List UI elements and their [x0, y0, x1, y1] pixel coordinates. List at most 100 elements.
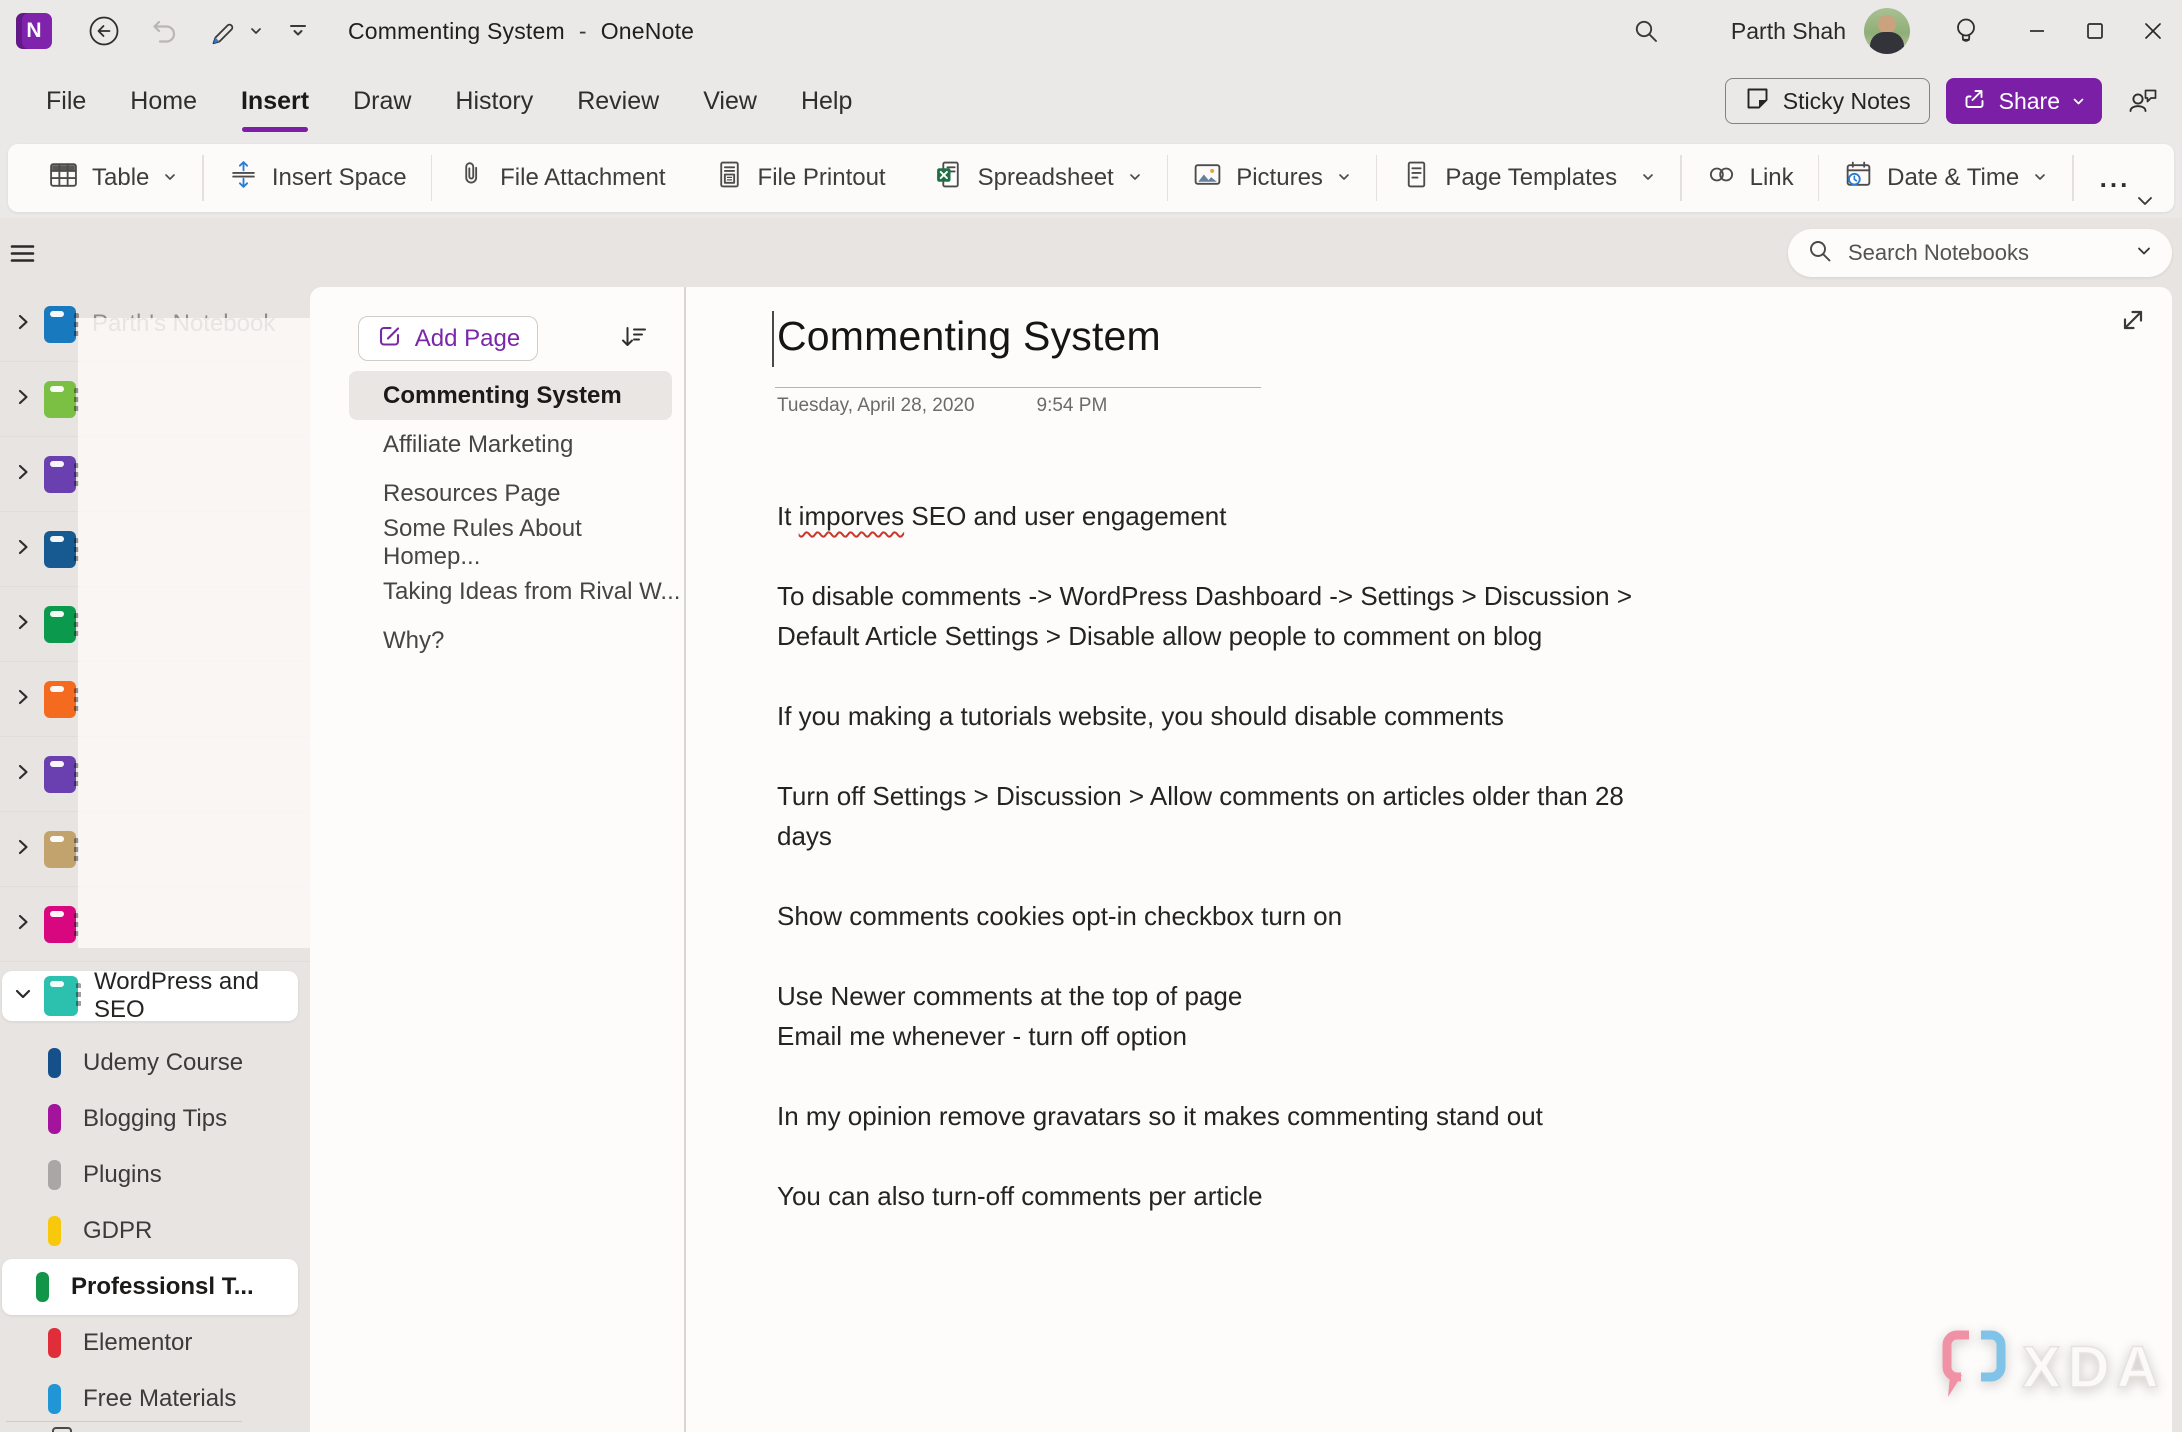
ribbon-file-attachment-button[interactable]: File Attachment [432, 152, 689, 204]
section-item[interactable]: Plugins [0, 1147, 310, 1203]
insert-space-icon [228, 159, 259, 197]
ribbon: Table Insert Space File Attachment File Pri… [0, 140, 2182, 218]
chevron-down-icon[interactable] [2134, 241, 2154, 266]
touch-mode-icon[interactable] [286, 19, 310, 43]
section-item[interactable]: Elementor [0, 1315, 310, 1371]
back-icon[interactable] [86, 13, 122, 49]
avatar[interactable] [1864, 8, 1910, 54]
close-button[interactable] [2124, 8, 2182, 54]
minimize-button[interactable] [2008, 8, 2066, 54]
ribbon-page-templates-button[interactable]: Page Templates [1377, 152, 1680, 204]
note-paragraph: You can also turn-off comments per artic… [777, 1181, 1263, 1211]
tab-insert[interactable]: Insert [241, 87, 309, 132]
tab-review[interactable]: Review [577, 87, 659, 116]
note-content: Commenting System Tuesday, April 28, 202… [686, 287, 2172, 1432]
page-date: Tuesday, April 28, 2020 [777, 395, 975, 416]
page-templates-icon [1401, 159, 1432, 197]
spreadsheet-icon [934, 159, 965, 197]
collapse-ribbon-icon[interactable] [2134, 190, 2156, 212]
lightbulb-icon[interactable] [1950, 15, 1982, 47]
add-page-button[interactable]: Add Page [358, 316, 538, 361]
chevron-right-icon[interactable] [12, 536, 34, 563]
page-list-item[interactable]: Taking Ideas from Rival W... [310, 567, 684, 616]
notebook-icon [44, 305, 79, 343]
page-list-item[interactable]: Commenting System [349, 371, 672, 420]
page-list-item[interactable]: Resources Page [310, 469, 684, 518]
section-item[interactable]: GDPR [0, 1203, 310, 1259]
chevron-right-icon[interactable] [12, 311, 34, 338]
note-body[interactable]: It imporves SEO and user engagement To di… [777, 496, 2172, 1256]
ribbon-file-printout-button[interactable]: File Printout [690, 152, 910, 204]
chevron-down-icon[interactable] [12, 983, 34, 1010]
chevron-down-icon[interactable] [248, 23, 264, 39]
expand-page-icon[interactable] [2116, 303, 2150, 342]
chevron-right-icon[interactable] [12, 836, 34, 863]
tab-view[interactable]: View [703, 87, 757, 116]
ribbon-table-button[interactable]: Table [24, 152, 202, 204]
chevron-right-icon[interactable] [12, 761, 34, 788]
maximize-button[interactable] [2066, 8, 2124, 54]
ribbon-insert-space-button[interactable]: Insert Space [204, 152, 431, 204]
notebook-icon [44, 380, 79, 418]
chevron-right-icon[interactable] [12, 461, 34, 488]
notebook-icon [44, 680, 79, 718]
pages-panel: Add Page Commenting System Affiliate Mark… [310, 287, 684, 1432]
page-title[interactable]: Commenting System [777, 313, 1161, 360]
section-item[interactable]: Udemy Course [0, 1035, 310, 1091]
user-name[interactable]: Parth Shah [1731, 18, 1846, 45]
chevron-right-icon[interactable] [12, 611, 34, 638]
chevron-right-icon[interactable] [12, 386, 34, 413]
tab-file[interactable]: File [46, 87, 86, 116]
sticky-notes-button[interactable]: Sticky Notes [1724, 78, 1930, 124]
ribbon-date-time-button[interactable]: Date & Time [1819, 152, 2072, 204]
note-paragraph: To disable comments -> WordPress Dashboa… [777, 581, 1633, 651]
add-section-icon[interactable] [52, 1427, 74, 1432]
notebook-name: WordPress and SEO [94, 968, 259, 1023]
page-timestamp: Tuesday, April 28, 2020 9:54 PM [777, 395, 1107, 417]
search-icon [1806, 237, 1834, 270]
ribbon-link-button[interactable]: Link [1682, 152, 1818, 204]
search-notebooks-input[interactable]: Search Notebooks [1788, 229, 2172, 277]
chevron-right-icon[interactable] [12, 911, 34, 938]
tab-home[interactable]: Home [130, 87, 197, 116]
section-item[interactable]: Professionsl T... [2, 1259, 298, 1315]
notebook-icon [44, 976, 81, 1016]
expanded-notebook[interactable]: WordPress and SEO [2, 968, 298, 1023]
window-title: Commenting System - OneNote [348, 17, 695, 44]
xda-logo-text: XDA [2021, 1334, 2166, 1401]
page-list-item[interactable]: Some Rules About Homep... [310, 515, 684, 570]
section-item[interactable]: Blogging Tips [0, 1091, 310, 1147]
section-item[interactable]: Free Materials [0, 1371, 310, 1427]
notebook-icon [44, 755, 79, 793]
onenote-app-icon: N [16, 13, 52, 49]
paperclip-icon [456, 159, 487, 197]
onenote-window: N Commenting System-OneNote Parth Shah [0, 0, 2182, 1432]
page-list-item[interactable]: Affiliate Marketing [310, 420, 684, 469]
share-button[interactable]: Share [1945, 78, 2102, 124]
note-paragraph: In my opinion remove gravatars so it mak… [777, 1101, 1543, 1131]
ribbon-pictures-button[interactable]: Pictures [1168, 152, 1376, 204]
tab-history[interactable]: History [455, 87, 533, 116]
xda-bracket-icon [1936, 1323, 1972, 1412]
ribbon-spreadsheet-button[interactable]: Spreadsheet [910, 152, 1167, 204]
sort-pages-icon[interactable] [618, 321, 650, 358]
notebook-icon [44, 605, 79, 643]
section-tab-icon [48, 1104, 61, 1134]
menu-bar: File Home Insert Draw History Review View Help … [0, 62, 2182, 140]
notebook-icon [44, 905, 79, 943]
title-bar: N Commenting System - OneNote Parth Shah [0, 0, 2182, 62]
tab-help[interactable]: Help [801, 87, 852, 116]
chevron-right-icon[interactable] [12, 686, 34, 713]
undo-icon[interactable] [148, 15, 180, 47]
people-icon[interactable] [2118, 84, 2168, 118]
hamburger-icon[interactable] [9, 240, 36, 267]
format-pen-icon[interactable] [206, 14, 240, 48]
tab-draw[interactable]: Draw [353, 87, 411, 116]
search-icon[interactable] [1631, 16, 1661, 46]
page-list-item[interactable]: Why? [310, 616, 684, 665]
chevron-down-icon [2032, 164, 2048, 192]
chevron-down-icon [2073, 98, 2084, 104]
ribbon-overflow-button[interactable]: ... [2074, 163, 2157, 194]
notebook-icon [44, 830, 79, 868]
section-tab-icon [48, 1216, 61, 1246]
